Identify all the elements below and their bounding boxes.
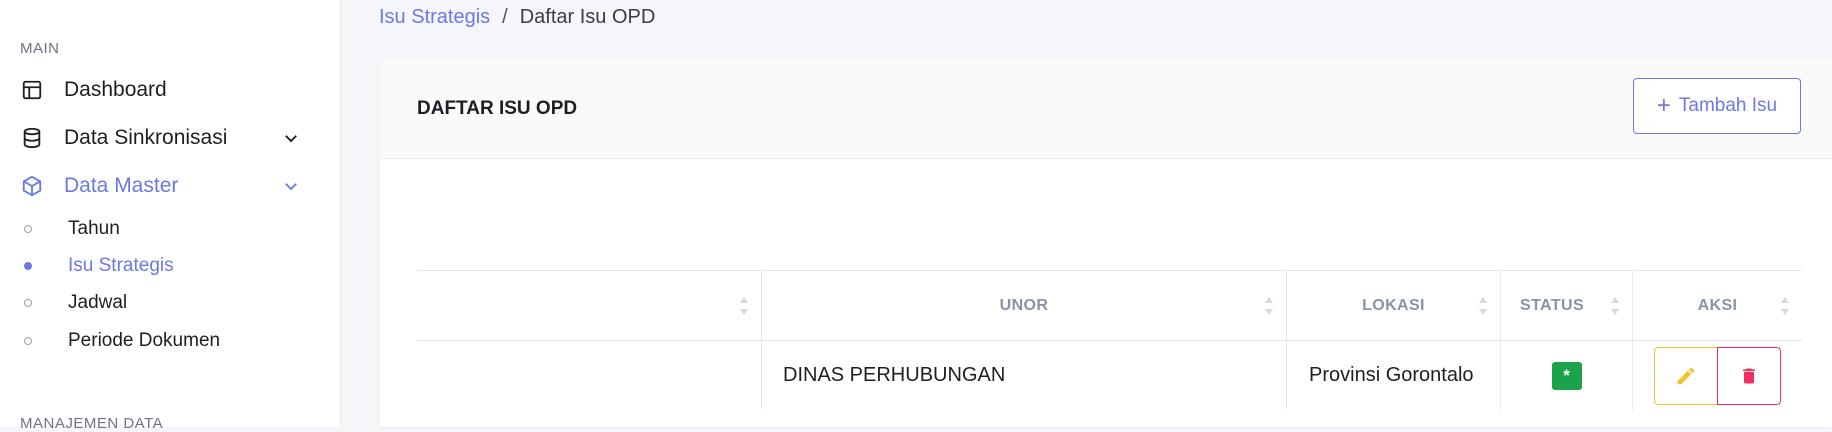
sidebar-item-label: Data Master	[64, 174, 179, 197]
table-header-row: UNOR LOKASI STATUS AKSI	[417, 271, 1802, 341]
sidebar-subitem-periode-dokumen[interactable]: Periode Dokumen	[24, 327, 220, 355]
plus-icon: +	[1656, 92, 1671, 119]
sidebar-item-dashboard[interactable]: Dashboard	[20, 73, 310, 107]
sidebar-item-data-sinkronisasi[interactable]: Data Sinkronisasi	[20, 121, 310, 155]
chevron-down-icon	[285, 183, 297, 191]
sidebar-subitem-tahun[interactable]: Tahun	[24, 215, 120, 243]
sort-icon	[1479, 297, 1487, 315]
column-header-status[interactable]: STATUS	[1501, 271, 1633, 340]
sidebar-item-data-master[interactable]: Data Master	[20, 169, 310, 203]
add-isu-button[interactable]: + Tambah Isu	[1633, 78, 1801, 134]
status-badge: *	[1551, 361, 1582, 390]
column-header-aksi[interactable]: AKSI	[1633, 271, 1802, 340]
circle-icon	[24, 225, 32, 233]
sidebar: MAIN Dashboard Data Sinkronisasi Data Ma…	[0, 0, 341, 432]
column-header-blank[interactable]	[417, 271, 762, 340]
layout-icon	[20, 78, 44, 102]
page-title: DAFTAR ISU OPD	[417, 98, 578, 119]
sidebar-subitem-label: Tahun	[68, 218, 120, 239]
sidebar-subitem-jadwal[interactable]: Jadwal	[24, 289, 127, 317]
section-label-main: MAIN	[20, 40, 60, 57]
row-actions	[1654, 346, 1781, 405]
circle-icon	[24, 337, 32, 345]
table-cell-lokasi: Provinsi Gorontalo	[1287, 341, 1501, 410]
breadcrumb-separator: /	[502, 6, 508, 28]
section-label-manajemen-data: MANAJEMEN DATA	[20, 415, 164, 432]
delete-button[interactable]	[1717, 346, 1781, 405]
breadcrumb-link-isu-strategis[interactable]: Isu Strategis	[379, 6, 490, 29]
column-header-unor[interactable]: UNOR	[762, 271, 1287, 340]
sidebar-item-label: Dashboard	[64, 78, 167, 101]
pencil-icon	[1677, 367, 1695, 384]
circle-icon	[24, 262, 32, 270]
table-row: DINAS PERHUBUNGAN Provinsi Gorontalo *	[417, 341, 1802, 410]
column-header-lokasi[interactable]: LOKASI	[1287, 271, 1501, 340]
table-cell-status: *	[1501, 341, 1633, 410]
trash-icon	[1743, 368, 1755, 383]
sort-icon	[740, 297, 748, 315]
sidebar-subitem-label: Isu Strategis	[68, 255, 174, 276]
sidebar-subitem-label: Jadwal	[68, 292, 128, 313]
table-cell-unor: DINAS PERHUBUNGAN	[762, 341, 1287, 410]
circle-icon	[24, 299, 32, 307]
chevron-down-icon	[285, 135, 297, 143]
card-header: DAFTAR ISU OPD + Tambah Isu	[380, 58, 1832, 159]
content-card: DAFTAR ISU OPD + Tambah Isu UNOR LOKASI …	[380, 58, 1832, 427]
sidebar-item-label: Data Sinkronisasi	[64, 126, 228, 149]
isu-table: UNOR LOKASI STATUS AKSI DINAS PERHUBUNGA…	[417, 270, 1802, 410]
sort-icon	[1781, 297, 1789, 315]
breadcrumb-current: Daftar Isu OPD	[519, 6, 656, 28]
box-icon	[20, 174, 44, 198]
table-cell-aksi	[1633, 341, 1802, 410]
sort-icon	[1265, 297, 1273, 315]
edit-button[interactable]	[1654, 346, 1718, 405]
database-icon	[20, 126, 44, 150]
add-isu-button-label: Tambah Isu	[1678, 95, 1778, 116]
sidebar-subitem-label: Periode Dokumen	[68, 330, 221, 351]
breadcrumb: Isu Strategis / Daftar Isu OPD	[379, 6, 655, 29]
table-cell-blank	[417, 341, 762, 410]
sort-icon	[1611, 297, 1619, 315]
sidebar-subitem-isu-strategis[interactable]: Isu Strategis	[24, 252, 174, 280]
